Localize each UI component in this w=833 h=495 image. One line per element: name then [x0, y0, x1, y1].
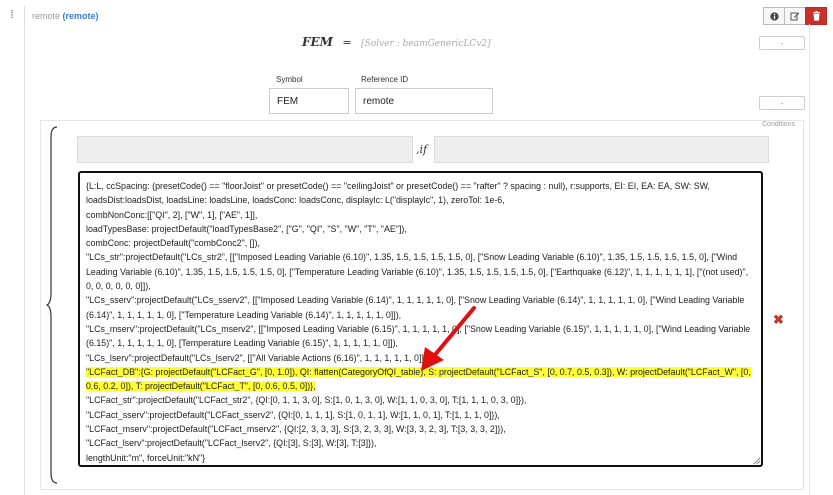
left-brace-icon [46, 126, 58, 484]
code-line-text: combNonConc:[["QI", 2], ["W", 1], ["AE",… [86, 209, 258, 220]
panel-title: remote (remote) [32, 11, 99, 21]
code-line-text: "LCFact_str":projectDefault("LCFact_str2… [86, 395, 527, 406]
panel-toolbar [763, 7, 827, 25]
code-line-text: loadTypesBase: projectDefault("loadTypes… [86, 223, 407, 234]
code-line: "LCs_sserv":projectDefault("LCs_sserv2",… [86, 293, 755, 322]
code-line: "LCFact_mserv":projectDefault("LCFact_ms… [86, 422, 755, 436]
reference-id-label: Reference ID [361, 75, 409, 84]
delete-panel-button[interactable] [805, 7, 827, 25]
code-line: "LCFact_sserv":projectDefault("LCFact_ss… [86, 408, 755, 422]
edit-button[interactable] [784, 7, 806, 25]
condition-value-input[interactable] [77, 136, 413, 163]
code-line: loadTypesBase: projectDefault("loadTypes… [86, 222, 755, 236]
info-button[interactable] [763, 7, 785, 25]
drag-handle-icon[interactable]: ⁞ [0, 6, 25, 24]
mid-action-button[interactable]: - [759, 96, 805, 110]
formula-equals: = [342, 36, 352, 49]
code-line-text: "LCs_lserv":projectDefault("LCs_lserv2",… [86, 352, 430, 363]
code-line: "LCs_mserv":projectDefault("LCs_mserv2",… [86, 322, 755, 351]
code-line-text: "LCs_mserv":projectDefault("LCs_mserv2",… [86, 323, 751, 349]
code-line: lengthUnit:"m", forceUnit:"kN"} [86, 451, 755, 465]
panel-kind: (remote) [62, 11, 99, 21]
code-line-text: "LCFact_DB":{G: projectDefault("LCFact_G… [86, 366, 751, 392]
code-line-text: combConc: projectDefault("combConc2", []… [86, 238, 261, 249]
panel-right-border [809, 24, 810, 495]
code-line: combConc: projectDefault("combConc2", []… [86, 236, 755, 250]
formula-solver: [Solver : beamGenericLCv2] [361, 39, 491, 49]
code-line: "LCs_lserv":projectDefault("LCs_lserv2",… [86, 351, 755, 365]
if-symbol: ,if [416, 143, 428, 156]
code-line: "LCFact_DB":{G: projectDefault("LCFact_G… [86, 365, 755, 394]
code-line: "LCs_str":projectDefault("LCs_str2", [["… [86, 250, 755, 293]
reference-id-input[interactable]: remote [355, 88, 493, 114]
delete-condition-icon[interactable]: ✖ [773, 312, 784, 328]
code-line: combNonConc:[["QI", 2], ["W", 1], ["AE",… [86, 208, 755, 222]
resize-handle-icon[interactable] [752, 456, 761, 465]
formula-symbol: FEM [302, 35, 333, 49]
code-line-text: lengthUnit:"m", forceUnit:"kN"} [86, 452, 206, 463]
code-line-text: "LCs_str":projectDefault("LCs_str2", [["… [86, 252, 749, 292]
panel-left-border [24, 24, 25, 495]
formula-display: FEM = [Solver : beamGenericLCv2] [302, 35, 491, 49]
symbol-label: Symbol [276, 75, 303, 84]
code-line-text: "LCs_sserv":projectDefault("LCs_sserv2",… [86, 295, 745, 320]
code-line: "LCFact_lserv":projectDefault("LCFact_ls… [86, 436, 755, 450]
panel-header: ⁞ remote (remote) [0, 0, 833, 32]
edit-icon [790, 12, 800, 21]
code-line: {L:L, ccSpacing: (presetCode() == "floor… [86, 179, 755, 208]
info-icon [769, 11, 779, 21]
expression-editor[interactable]: {L:L, ccSpacing: (presetCode() == "floor… [78, 171, 763, 467]
trash-icon [812, 11, 820, 21]
panel-name: remote [32, 11, 61, 21]
conditions-label: Conditions [762, 121, 796, 128]
code-line-text: "LCFact_sserv":projectDefault("LCFact_ss… [86, 409, 500, 420]
top-action-button[interactable]: - [759, 36, 805, 50]
code-line-text: {L:L, ccSpacing: (presetCode() == "floor… [86, 181, 710, 206]
code-line: "LCFact_str":projectDefault("LCFact_str2… [86, 393, 755, 407]
condition-expression-input[interactable] [434, 136, 769, 163]
symbol-input[interactable]: FEM [269, 88, 349, 114]
code-line-text: "LCFact_lserv":projectDefault("LCFact_ls… [86, 438, 377, 449]
code-line-text: "LCFact_mserv":projectDefault("LCFact_ms… [86, 424, 506, 435]
